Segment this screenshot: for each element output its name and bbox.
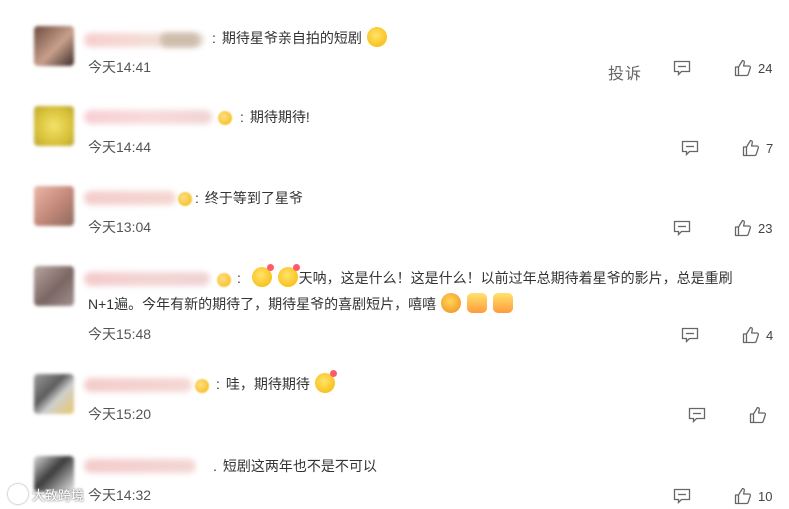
thumbs-up-icon xyxy=(749,406,767,424)
like-count: 24 xyxy=(758,60,773,76)
vip-badge-icon xyxy=(195,379,209,393)
vip-badge-icon xyxy=(218,111,232,125)
reply-icon[interactable] xyxy=(681,140,699,156)
comment-text-line2: N+1遍。今年有新的期待了，期待星爷的喜剧短片，嘻嘻 xyxy=(88,293,514,315)
report-button[interactable]: 投诉 xyxy=(608,60,642,84)
comment-text: : 期待期待! xyxy=(240,109,310,125)
like-button[interactable]: 24 xyxy=(734,59,772,77)
thumbs-up-icon xyxy=(742,139,760,157)
comment-time: 今天13:04 xyxy=(88,219,152,235)
laugh-cry-emoji xyxy=(440,293,461,313)
like-button[interactable]: 10 xyxy=(734,487,772,505)
avatar[interactable] xyxy=(34,186,74,226)
heart-eyes-emoji xyxy=(277,264,300,287)
avatar[interactable] xyxy=(34,266,74,306)
like-count: 7 xyxy=(766,140,774,156)
username-badge xyxy=(160,33,200,47)
comment-time: 今天15:20 xyxy=(88,406,152,422)
vip-badge-icon xyxy=(178,192,192,206)
like-button[interactable]: 7 xyxy=(742,139,773,157)
cheer-emoji xyxy=(492,293,513,313)
username[interactable] xyxy=(84,272,210,286)
like-button[interactable] xyxy=(749,406,773,424)
thumbs-up-icon xyxy=(734,219,752,237)
avatar[interactable] xyxy=(34,26,74,66)
reply-icon[interactable] xyxy=(681,327,699,343)
comment-time: 今天14:32 xyxy=(88,487,152,503)
watermark-logo-icon xyxy=(8,484,28,504)
like-count: 10 xyxy=(758,488,773,504)
like-button[interactable]: 4 xyxy=(742,326,773,344)
like-count: 4 xyxy=(766,327,774,343)
comment-text: . 短剧这两年也不是不可以 xyxy=(213,458,377,474)
thumbs-up-icon xyxy=(734,487,752,505)
username[interactable] xyxy=(84,191,176,205)
username[interactable] xyxy=(84,110,212,124)
heart-eyes-emoji xyxy=(314,370,337,393)
like-button[interactable]: 23 xyxy=(734,219,772,237)
reply-icon[interactable] xyxy=(673,220,691,236)
heart-eyes-emoji xyxy=(251,264,274,287)
reply-icon[interactable] xyxy=(673,60,691,76)
username[interactable] xyxy=(84,378,192,392)
like-count: 23 xyxy=(758,220,773,236)
thumbs-up-icon xyxy=(742,326,760,344)
avatar[interactable] xyxy=(34,106,74,146)
laugh-emoji xyxy=(366,27,387,47)
vip-badge-icon xyxy=(217,273,231,287)
username[interactable] xyxy=(84,459,196,473)
reply-icon[interactable] xyxy=(673,488,691,504)
watermark: 大致跨境 xyxy=(8,484,84,504)
comment-time: 今天15:48 xyxy=(88,326,152,342)
thumbs-up-icon xyxy=(734,59,752,77)
comment-time: 今天14:41 xyxy=(88,59,152,75)
comment-text: : 哇，期待期待 xyxy=(216,370,337,395)
reply-icon[interactable] xyxy=(688,407,706,423)
comment-text: : 期待星爷亲自拍的短剧 xyxy=(212,27,388,49)
comment-text: : 终于等到了星爷 xyxy=(195,190,303,206)
cheer-emoji xyxy=(466,293,487,313)
comment-text: : 天呐，这是什么！这是什么！以前过年总期待着星爷的影片，总是重刷 xyxy=(237,264,733,289)
comment-time: 今天14:44 xyxy=(88,139,152,155)
avatar[interactable] xyxy=(34,374,74,414)
